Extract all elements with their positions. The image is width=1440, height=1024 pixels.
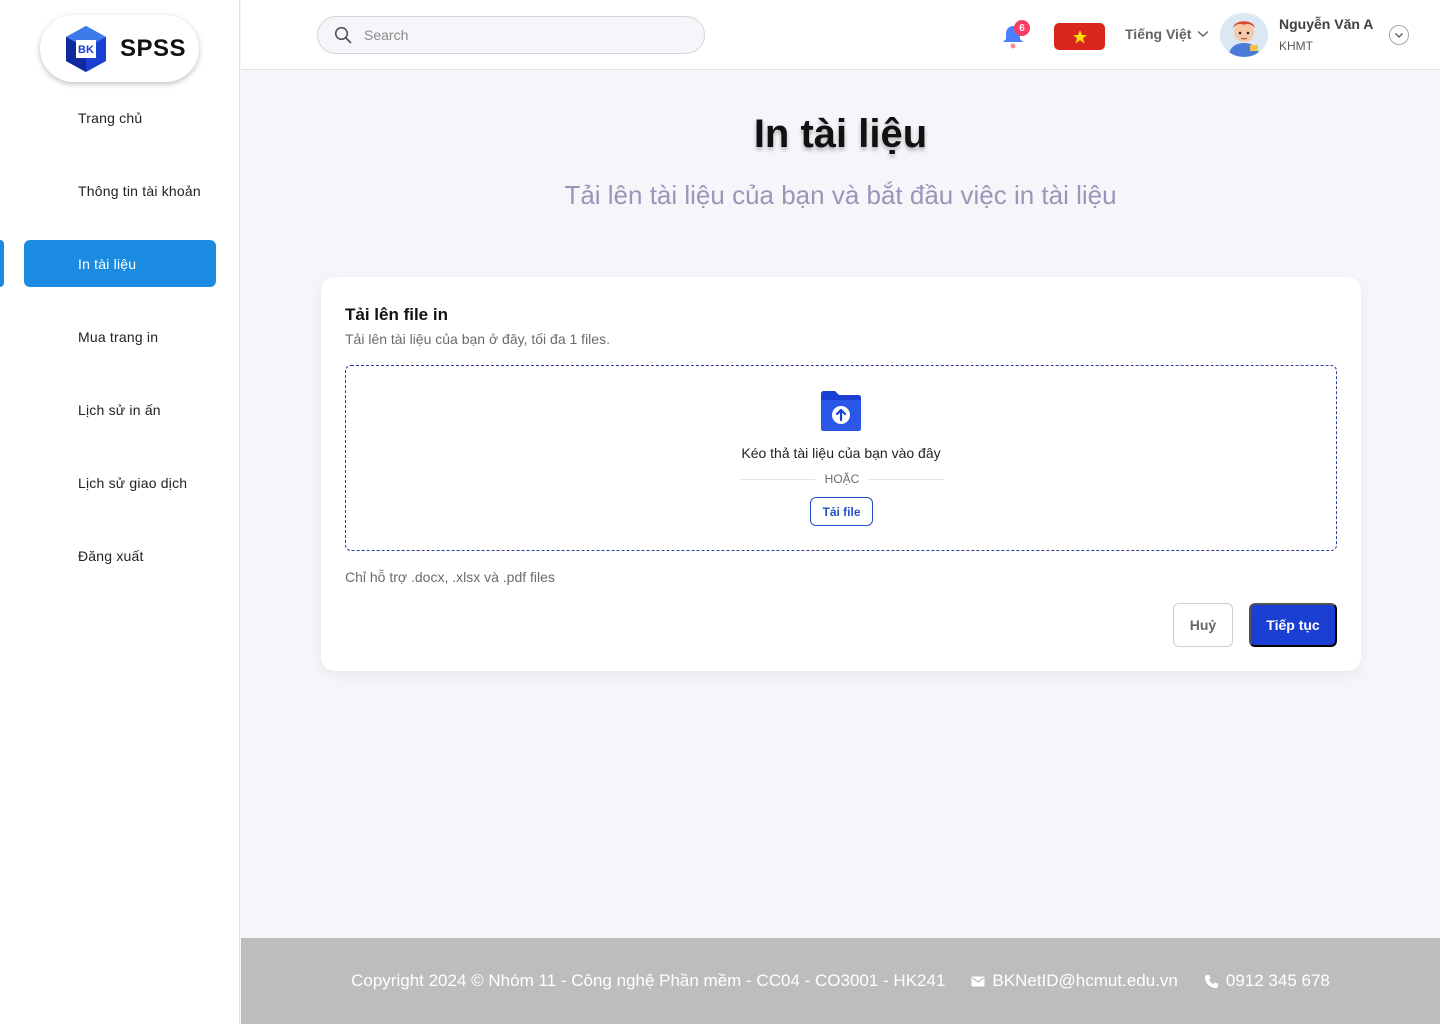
- star-icon: [1072, 29, 1087, 43]
- upload-card: Tải lên file in Tải lên tài liệu của bạn…: [321, 277, 1361, 671]
- or-divider: HOẶC: [740, 472, 945, 486]
- phone-icon: [1204, 974, 1218, 988]
- footer: Copyright 2024 © Nhóm 11 - Công nghệ Phầ…: [241, 938, 1440, 1024]
- language-selector[interactable]: Tiếng Việt: [1125, 26, 1209, 42]
- vietnam-flag-icon[interactable]: [1054, 23, 1105, 50]
- notification-badge: 6: [1014, 20, 1030, 36]
- file-dropzone[interactable]: Kéo thả tài liệu của bạn vào đây HOẶC Tả…: [345, 365, 1337, 551]
- mail-icon: [971, 976, 985, 986]
- email-text: BKNetID@hcmut.edu.vn: [992, 971, 1178, 990]
- sidebar-item-print-document[interactable]: In tài liệu: [24, 240, 216, 287]
- logo[interactable]: BK SPSS: [40, 15, 199, 82]
- active-indicator: [0, 240, 4, 287]
- footer-copyright: Copyright 2024 © Nhóm 11 - Công nghệ Phầ…: [351, 971, 946, 990]
- sidebar-item-label: Lịch sử in ấn: [78, 401, 161, 418]
- chevron-down-icon: [1395, 32, 1403, 38]
- sidebar-item-buy-pages[interactable]: Mua trang in: [24, 313, 216, 360]
- footer-phone[interactable]: 0912 345 678: [1204, 971, 1330, 991]
- card-description: Tải lên tài liệu của bạn ở đây, tối đa 1…: [345, 331, 610, 347]
- search-bar[interactable]: [317, 16, 705, 54]
- or-label: HOẶC: [824, 472, 860, 486]
- user-menu-button[interactable]: [1389, 25, 1409, 45]
- search-icon: [334, 26, 352, 44]
- drop-instruction: Kéo thả tài liệu của bạn vào đây: [741, 445, 941, 461]
- page-title: In tài liệu: [753, 112, 928, 156]
- user-avatar-icon: [1220, 13, 1268, 57]
- svg-text:BK: BK: [78, 44, 94, 56]
- sidebar-item-account-info[interactable]: Thông tin tài khoản: [24, 167, 216, 214]
- cancel-button[interactable]: Huỷ: [1173, 603, 1233, 647]
- sidebar-item-logout[interactable]: Đăng xuất: [24, 532, 216, 579]
- card-title: Tải lên file in: [345, 305, 448, 324]
- page-subtitle: Tải lên tài liệu của bạn và bắt đầu việc…: [564, 180, 1117, 210]
- bk-logo-icon: BK: [66, 25, 106, 72]
- sidebar-item-label: Đăng xuất: [78, 547, 144, 564]
- sidebar: BK SPSS Trang chủ Thông tin tài khoản In…: [0, 0, 240, 1024]
- sidebar-item-label: Thông tin tài khoản: [78, 182, 201, 199]
- sidebar-item-label: Trang chủ: [78, 109, 143, 126]
- sidebar-item-label: In tài liệu: [78, 255, 137, 272]
- chevron-down-icon: [1197, 30, 1209, 38]
- divider-line: [740, 478, 815, 480]
- supported-formats-note: Chỉ hỗ trợ .docx, .xlsx và .pdf files: [345, 569, 555, 585]
- avatar[interactable]: [1220, 13, 1268, 57]
- sidebar-item-label: Mua trang in: [78, 328, 159, 345]
- app-name: SPSS: [120, 34, 187, 62]
- language-label: Tiếng Việt: [1125, 26, 1192, 42]
- divider-line: [869, 478, 945, 480]
- sidebar-item-home[interactable]: Trang chủ: [24, 94, 216, 141]
- sidebar-item-transaction-history[interactable]: Lịch sử giao dịch: [24, 459, 216, 506]
- top-header: 6 Tiếng Việt Nguyễn Văn A KHMT: [241, 0, 1440, 70]
- phone-text: 0912 345 678: [1225, 971, 1330, 990]
- user-role: KHMT: [1279, 39, 1313, 53]
- sidebar-item-label: Lịch sử giao dịch: [78, 474, 188, 491]
- footer-email[interactable]: BKNetID@hcmut.edu.vn: [971, 971, 1178, 991]
- sidebar-item-print-history[interactable]: Lịch sử in ấn: [24, 386, 216, 433]
- continue-button[interactable]: Tiếp tục: [1249, 603, 1337, 647]
- upload-file-button[interactable]: Tải file: [810, 497, 873, 526]
- folder-upload-icon: [821, 391, 861, 431]
- search-input[interactable]: [364, 27, 684, 43]
- user-name: Nguyễn Văn A: [1279, 16, 1374, 32]
